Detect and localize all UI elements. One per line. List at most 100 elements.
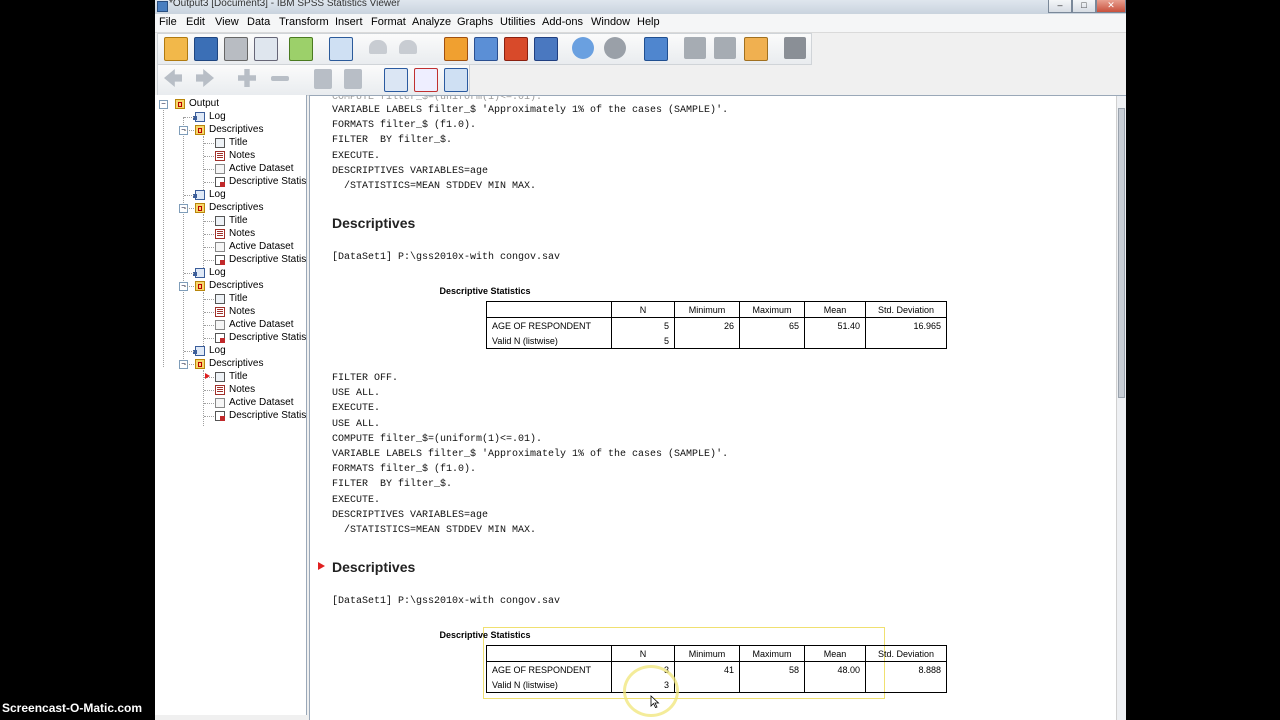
insert-heading-icon[interactable] [384,68,408,92]
table-header-cell [486,301,612,318]
select-cases-icon[interactable] [684,37,706,59]
log-icon [193,346,205,356]
stat-icon [215,255,225,265]
notes-icon [215,229,225,239]
insert-text-icon[interactable] [444,68,468,92]
menu-insert[interactable]: Insert [335,16,363,28]
tree-item-label: Log [209,189,226,200]
ds-icon [215,164,225,174]
stat-icon [215,177,225,187]
menu-data[interactable]: Data [247,16,270,28]
heading-descriptives-2[interactable]: Descriptives [332,559,415,575]
table-cell [674,677,740,693]
insert-cases-icon[interactable] [504,37,528,61]
tree-item-label: Notes [229,306,256,317]
forward-icon[interactable] [196,69,214,87]
use-variable-sets-icon[interactable] [572,37,594,59]
menu-graphs[interactable]: Graphs [457,16,493,28]
table-header-cell: N [611,645,675,662]
ds-icon [215,398,225,408]
close-button[interactable]: ✕ [1096,0,1126,13]
menu-view[interactable]: View [215,16,239,28]
menu-add-ons[interactable]: Add-ons [542,16,583,28]
maximize-button[interactable]: □ [1072,0,1096,13]
table-header-cell: Std. Deviation [865,645,947,662]
menu-transform[interactable]: Transform [279,16,329,28]
window-title: *Output3 [Document3] - IBM SPSS Statisti… [169,0,401,9]
vertical-scrollbar[interactable] [1116,96,1126,720]
variables-icon[interactable] [534,37,558,61]
goto-variable-icon[interactable] [474,37,498,61]
show-all-variables-icon[interactable] [604,37,626,59]
menu-window[interactable]: Window [591,16,630,28]
split-file-icon[interactable] [644,37,668,61]
open-icon[interactable] [164,37,188,61]
table-cell: 5 [611,333,675,349]
back-icon[interactable] [164,69,182,87]
content-pane: COMPUTE filter_$=(uniform(1)<=.01). VARI… [309,95,1126,720]
tree-toggle-output[interactable]: − [159,100,168,109]
menu-edit[interactable]: Edit [186,16,205,28]
minimize-button[interactable]: – [1048,0,1072,13]
collapse-icon[interactable] [271,76,289,81]
stat-icon [215,411,225,421]
menu-file[interactable]: File [159,16,177,28]
tree-item-label: Notes [229,384,256,395]
menu-bar: File Edit View Data Transform Insert For… [155,14,1126,33]
undo-icon[interactable] [369,40,387,54]
hide-icon[interactable] [344,69,362,89]
table-cell: 41 [674,661,740,677]
table-header-cell: Minimum [674,301,740,318]
tree-item-label: Active Dataset [229,397,294,408]
scrollbar-thumb[interactable] [1118,108,1125,398]
weight-cases-icon[interactable] [744,37,768,61]
redo-icon[interactable] [399,40,417,54]
export-icon[interactable] [289,37,313,61]
log-icon [193,190,205,200]
log-icon [193,268,205,278]
syntax-line: /STATISTICS=MEAN STDDEV MIN MAX. [332,181,537,193]
stat-icon [215,333,225,343]
menu-format[interactable]: Format [371,16,406,28]
table-row: AGE OF RESPONDENT 3 41 58 48.00 8.888 [486,661,947,677]
recall-dialog-icon[interactable] [329,37,353,61]
value-labels-icon[interactable] [714,37,736,59]
spelling-icon[interactable] [784,37,806,59]
print-icon[interactable] [224,37,248,61]
syntax-line: VARIABLE LABELS filter_$ 'Approximately … [332,105,729,116]
table-header-row: N Minimum Maximum Mean Std. Deviation [486,301,947,318]
descriptive-statistics-table-1[interactable]: N Minimum Maximum Mean Std. Deviation AGE OF … [486,301,947,349]
expand-icon[interactable] [238,69,256,87]
tree-item-label: Descriptive Statist [229,332,307,343]
show-icon[interactable] [314,69,332,89]
tree-item-label: Log [209,345,226,356]
current-item-marker [318,562,325,570]
goto-case-icon[interactable] [444,37,468,61]
table-header-cell: Mean [804,645,866,662]
table-cell [739,333,805,349]
tree-item-label: Active Dataset [229,241,294,252]
notes-icon [215,385,225,395]
tree-current-marker [205,373,210,379]
table-header-cell: Minimum [674,645,740,662]
table-row: Valid N (listwise) 3 [486,677,947,693]
descriptive-statistics-table-2[interactable]: N Minimum Maximum Mean Std. Deviation AGE OF … [486,645,947,693]
desc-icon [195,203,205,213]
save-icon[interactable] [194,37,218,61]
main-toolbar [157,33,812,65]
syntax-line: FORMATS filter_$ (f1.0). [332,120,477,132]
insert-title-icon[interactable] [414,68,438,92]
print-preview-icon[interactable] [254,37,278,61]
table-cell: 51.40 [804,317,866,333]
table-header-cell: N [611,301,675,318]
table-header-cell: Maximum [739,301,805,318]
title-icon [215,294,225,304]
table-cell [804,677,866,693]
tree-item-label: Descriptives [209,358,264,369]
heading-descriptives-1[interactable]: Descriptives [332,215,415,231]
table-cell: AGE OF RESPONDENT [486,317,612,333]
menu-utilities[interactable]: Utilities [500,16,535,28]
menu-help[interactable]: Help [637,16,660,28]
app-icon [157,1,168,12]
menu-analyze[interactable]: Analyze [412,16,451,28]
